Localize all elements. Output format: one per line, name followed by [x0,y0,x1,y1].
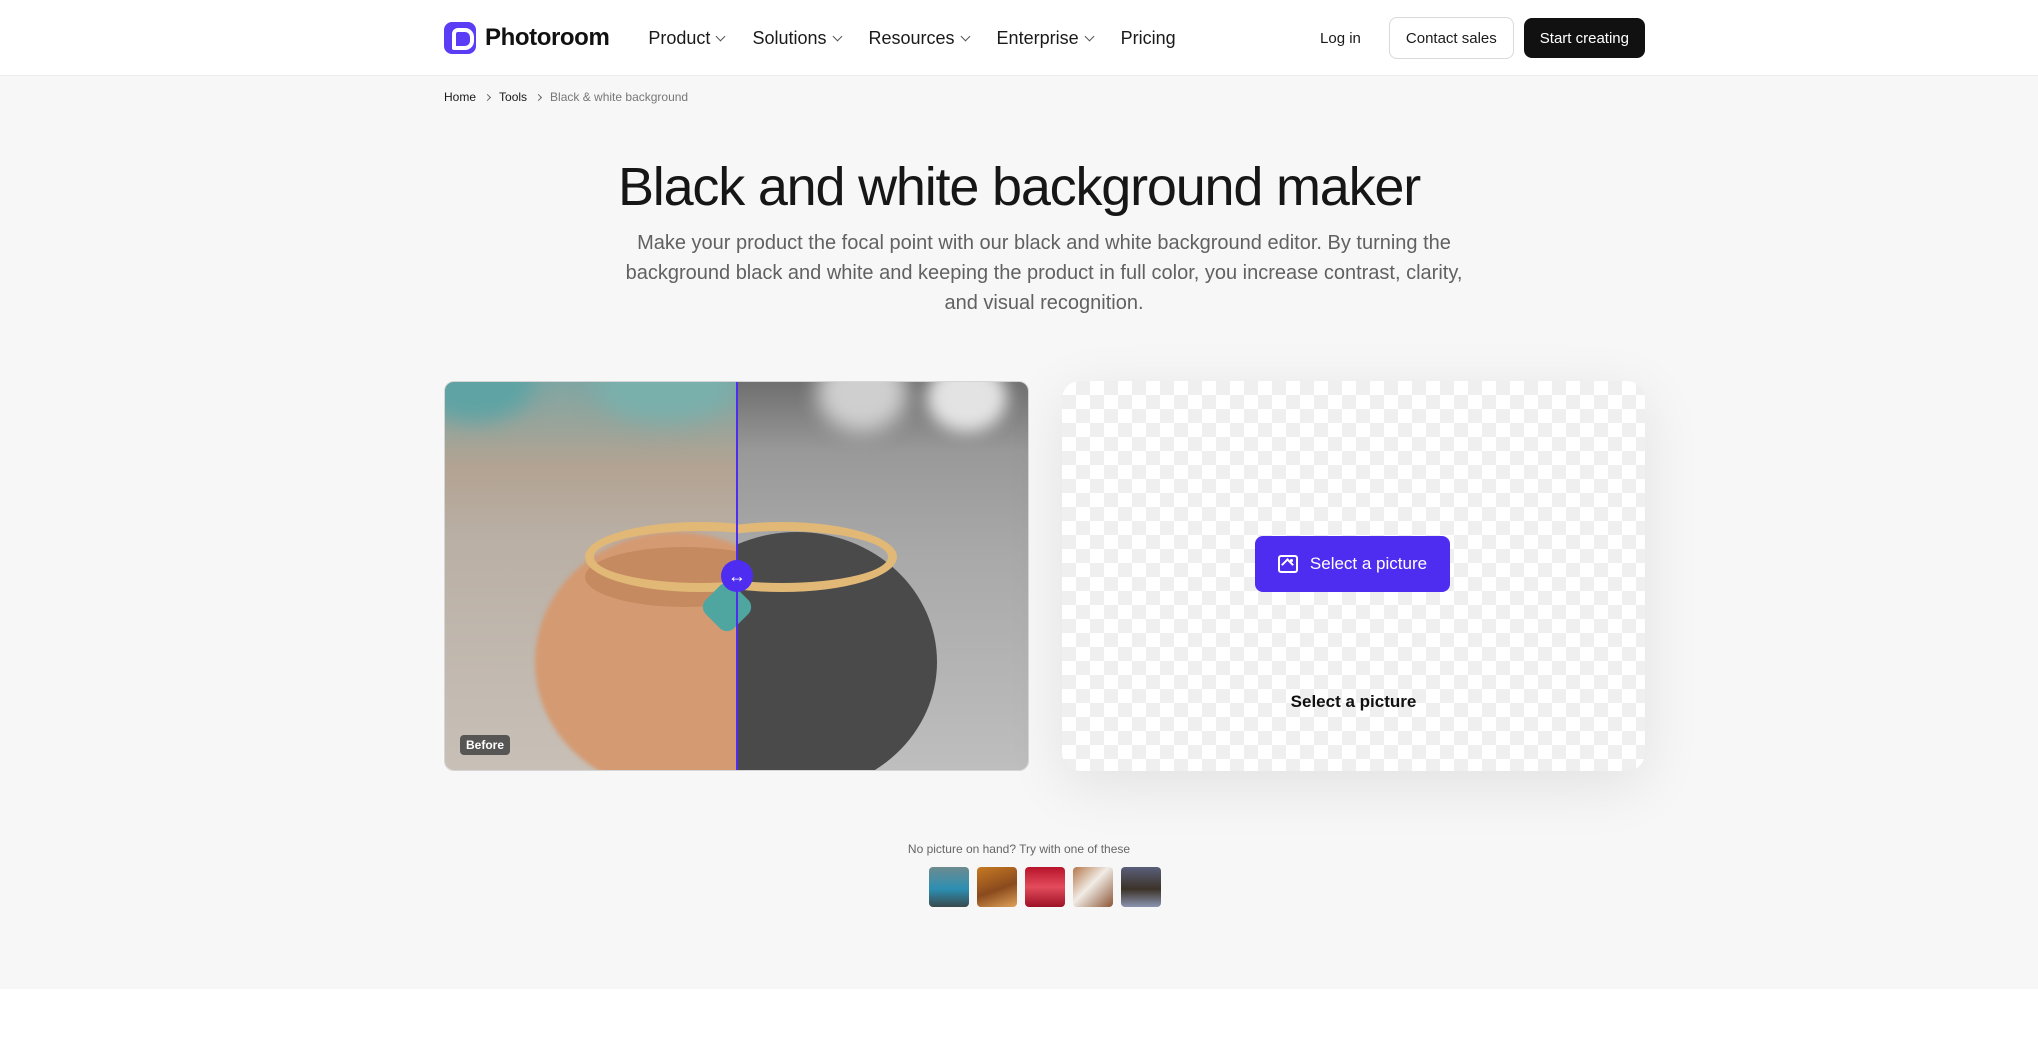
select-picture-link[interactable]: Select a picture [1062,692,1645,712]
breadcrumb: Home Tools Black & white background [444,90,688,104]
sample-pictures [929,867,1161,907]
menu-pricing[interactable]: Pricing [1121,28,1176,49]
menu-enterprise[interactable]: Enterprise [996,27,1095,49]
sample-picture-woman-in-red[interactable] [1025,867,1065,907]
chevron-right-icon [534,93,543,101]
photoroom-logo-icon [444,22,476,54]
chevron-down-icon [1084,31,1095,41]
select-picture-button-label: Select a picture [1309,554,1428,573]
menu-resources[interactable]: Resources [868,27,970,49]
menu-enterprise-label: Enterprise [996,27,1079,48]
sample-picture-man-portrait[interactable] [1121,867,1161,907]
sample-picture-shoes[interactable] [977,867,1017,907]
before-badge: Before [460,735,511,755]
page-subtitle: Make your product the focal point with o… [625,232,1463,314]
brand-name: Photoroom [485,24,610,51]
menu-pricing-label: Pricing [1120,27,1176,48]
top-navigation: Photoroom Product Solutions Resources En… [0,0,2038,76]
before-image [445,382,737,770]
menu-solutions[interactable]: Solutions [752,27,842,49]
page-title: Black and white background maker [617,157,1421,217]
image-icon [1277,555,1298,573]
login-link[interactable]: Log in [1302,20,1379,57]
breadcrumb-tools[interactable]: Tools [499,90,527,104]
breadcrumb-current: Black & white background [550,90,689,104]
chevron-right-icon [483,93,492,101]
samples-label: No picture on hand? Try with one of thes… [907,842,1131,856]
menu-solutions-label: Solutions [752,27,827,48]
before-after-slider[interactable]: ↔ Before [444,381,1029,771]
brand-logo[interactable]: Photoroom [444,22,610,54]
menu-resources-label: Resources [868,27,955,48]
contact-sales-button[interactable]: Contact sales [1388,17,1514,59]
menu-product[interactable]: Product [648,27,726,49]
chevron-down-icon [960,31,970,41]
menu-product-label: Product [648,27,711,48]
nav-actions: Log in Contact sales Start creating [1302,17,1645,59]
hero-section: Home Tools Black & white background Blac… [0,76,2038,989]
horizontal-arrows-icon[interactable]: ↔ [721,560,753,592]
breadcrumb-home[interactable]: Home [444,90,476,104]
sample-picture-notebook[interactable] [1073,867,1113,907]
main-menu: Product Solutions Resources Enterprise P… [648,28,1175,49]
sample-picture-car[interactable] [929,867,969,907]
chevron-down-icon [715,31,726,41]
after-image [737,382,1028,770]
upload-dropzone[interactable]: Select a picture Select a picture [1062,381,1645,771]
chevron-down-icon [832,31,842,41]
start-creating-button[interactable]: Start creating [1523,18,1645,58]
select-picture-button[interactable]: Select a picture [1255,536,1450,592]
